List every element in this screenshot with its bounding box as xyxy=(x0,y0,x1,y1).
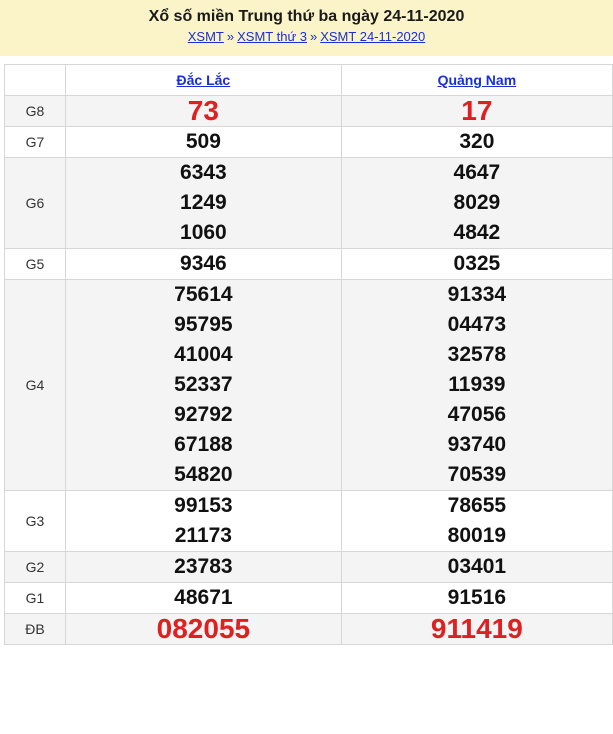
prize-label: ĐB xyxy=(4,613,66,645)
prize-label: G6 xyxy=(4,157,66,249)
prize-number: 11939 xyxy=(448,373,506,396)
province-header: Đắc Lắc xyxy=(65,64,342,96)
prize-number: 47056 xyxy=(447,403,507,426)
prize-number: 320 xyxy=(459,130,495,153)
prize-number: 95795 xyxy=(174,313,233,336)
prize-numbers: 4647 8029 4842 xyxy=(340,157,613,249)
prize-row: G3 99153 21173 78655 80019 xyxy=(4,490,613,552)
prize-numbers: 91334 04473 32578 11939 47056 93740 70539 xyxy=(340,279,613,491)
prize-numbers: 320 xyxy=(340,126,613,158)
breadcrumb-xsmt-date[interactable]: XSMT 24-11-2020 xyxy=(320,29,425,44)
prize-number: 03401 xyxy=(447,555,507,578)
prize-row: G7 509 320 xyxy=(4,126,613,158)
prize-numbers: 6343 1249 1060 xyxy=(65,157,342,249)
prize-numbers: 91516 xyxy=(340,582,613,614)
prize-numbers: 78655 80019 xyxy=(340,490,613,552)
prize-label: G4 xyxy=(4,279,66,491)
prize-label: G1 xyxy=(4,582,66,614)
prize-label: G3 xyxy=(4,490,66,552)
province-link-dac-lac[interactable]: Đắc Lắc xyxy=(177,72,231,88)
prize-number: 911419 xyxy=(430,613,523,644)
prize-number: 21173 xyxy=(174,524,232,547)
prize-number: 91334 xyxy=(447,283,507,306)
prize-label: G7 xyxy=(4,126,66,158)
prize-number: 17 xyxy=(461,95,493,126)
prize-number: 32578 xyxy=(447,343,507,366)
prize-numbers: 0325 xyxy=(340,248,613,280)
results-table: Đắc Lắc Quảng Nam G8 73 17 G7 509 320 G6 6343 12… xyxy=(4,64,613,645)
prize-number: 80019 xyxy=(447,524,507,547)
prize-row: G5 9346 0325 xyxy=(4,248,613,280)
prize-number: 54820 xyxy=(174,463,233,486)
breadcrumb-xsmt-thu-3[interactable]: XSMT thứ 3 xyxy=(237,29,307,44)
prize-number: 52337 xyxy=(174,373,233,396)
page-title: Xổ số miền Trung thứ ba ngày 24-11-2020 xyxy=(148,8,465,25)
prize-number: 48671 xyxy=(174,586,233,609)
breadcrumb-xsmt[interactable]: XSMT xyxy=(188,29,224,44)
prize-numbers: 48671 xyxy=(65,582,342,614)
prize-number: 92792 xyxy=(174,403,233,426)
prize-numbers: 03401 xyxy=(340,551,613,583)
prize-number: 78655 xyxy=(447,494,507,517)
prize-numbers: 23783 xyxy=(65,551,342,583)
prize-row: G1 48671 91516 xyxy=(4,582,613,614)
prize-numbers: 9346 xyxy=(65,248,342,280)
prize-row: G2 23783 03401 xyxy=(4,551,613,583)
prize-number: 99153 xyxy=(174,494,233,517)
prize-row: ĐB 082055 911419 xyxy=(4,613,613,645)
prize-number: 082055 xyxy=(156,613,251,644)
results-body: G8 73 17 G7 509 320 G6 6343 1249 1060 4647 8029 4842… xyxy=(4,95,613,645)
prize-row: G6 6343 1249 1060 4647 8029 4842 xyxy=(4,157,613,249)
prize-number: 91516 xyxy=(447,586,507,609)
prize-number: 1060 xyxy=(180,221,227,244)
province-header: Quảng Nam xyxy=(340,64,613,96)
prize-numbers: 73 xyxy=(65,95,342,127)
prize-number: 9346 xyxy=(180,252,227,275)
prize-numbers: 082055 xyxy=(65,613,342,645)
prize-numbers: 99153 21173 xyxy=(65,490,342,552)
prize-number: 73 xyxy=(187,95,219,126)
prize-number: 23783 xyxy=(174,555,233,578)
prize-number: 70539 xyxy=(447,463,507,486)
prize-label: G2 xyxy=(4,551,66,583)
prize-numbers: 509 xyxy=(65,126,342,158)
prize-number: 93740 xyxy=(447,433,507,456)
prize-number: 509 xyxy=(185,130,221,153)
corner-cell xyxy=(4,64,66,96)
prize-number: 67188 xyxy=(174,433,233,456)
prize-number: 41004 xyxy=(174,343,233,366)
page-header: Xổ số miền Trung thứ ba ngày 24-11-2020 … xyxy=(0,0,613,56)
prize-row: G4 75614 95795 41004 52337 92792 67188 54820 913… xyxy=(4,279,613,491)
prize-row: G8 73 17 xyxy=(4,95,613,127)
prize-numbers: 911419 xyxy=(340,613,613,645)
prize-number: 4647 xyxy=(453,161,501,184)
breadcrumb-separator: » xyxy=(309,29,318,44)
prize-number: 1249 xyxy=(180,191,227,214)
prize-number: 4842 xyxy=(453,221,501,244)
prize-numbers: 75614 95795 41004 52337 92792 67188 54820 xyxy=(65,279,342,491)
prize-number: 8029 xyxy=(453,191,501,214)
prize-label: G8 xyxy=(4,95,66,127)
prize-numbers: 17 xyxy=(340,95,613,127)
breadcrumb-separator: » xyxy=(226,29,235,44)
prize-number: 04473 xyxy=(447,313,507,336)
prize-number: 6343 xyxy=(180,161,227,184)
breadcrumb: XSMT» XSMT thứ 3» XSMT 24-11-2020 xyxy=(0,28,613,46)
prize-number: 0325 xyxy=(453,252,501,275)
table-header-row: Đắc Lắc Quảng Nam xyxy=(4,64,613,96)
prize-number: 75614 xyxy=(174,283,233,306)
prize-label: G5 xyxy=(4,248,66,280)
province-link-quang-nam[interactable]: Quảng Nam xyxy=(438,72,517,88)
